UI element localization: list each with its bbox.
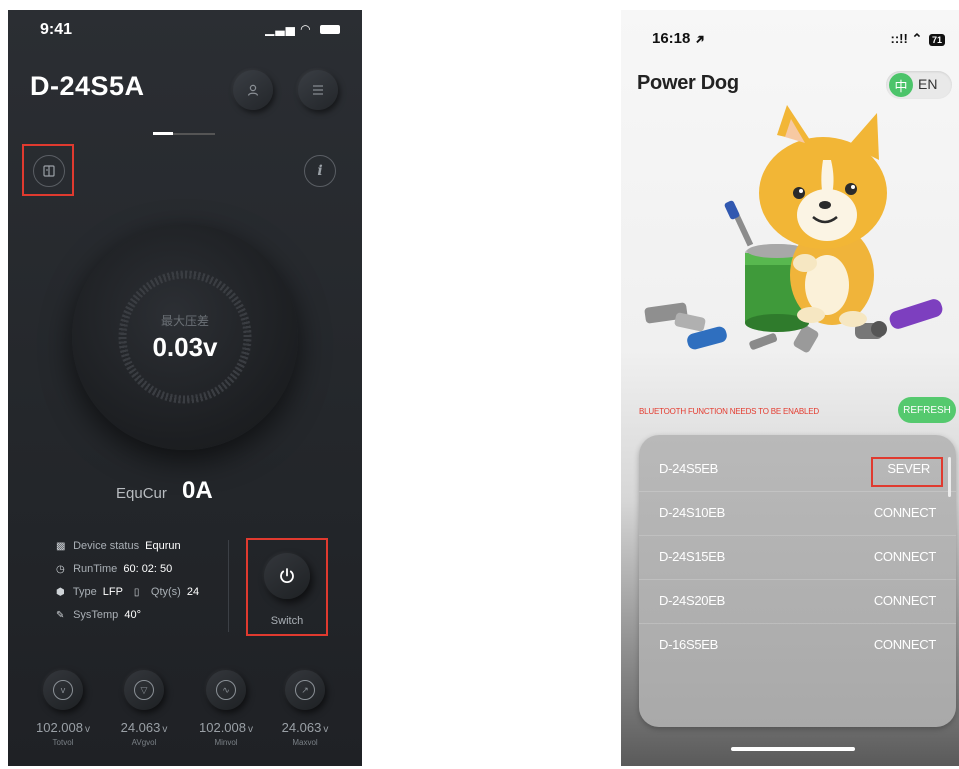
runtime-value: 60: 02: 50: [123, 563, 173, 575]
sever-highlight: [871, 457, 943, 487]
avgvol-number: 24.063: [120, 720, 161, 735]
systemp-label: SysTemp: [73, 609, 119, 621]
lang-zh-option[interactable]: 中: [889, 73, 913, 97]
v-circle-icon: v: [53, 680, 73, 700]
wifi-icon: ⌃: [911, 31, 923, 46]
minvol-number: 102.008: [199, 720, 246, 735]
profile-button[interactable]: [233, 70, 273, 110]
device-name: D-24S5EB: [659, 461, 719, 476]
menu-button[interactable]: [298, 70, 338, 110]
battery-icon: [320, 25, 340, 35]
device-name: D-24S15EB: [659, 549, 725, 564]
status-icons-right: ::!! ⌃ 71: [890, 31, 945, 47]
wifi-icon: ◠: [300, 22, 312, 36]
device-row[interactable]: D-24S15EB CONNECT: [639, 535, 956, 580]
lang-en-option[interactable]: EN: [918, 76, 937, 92]
minvol-value: 102.008 v: [186, 720, 266, 735]
systemp-value: 40°: [124, 609, 142, 621]
avgvol-unit: v: [162, 724, 168, 735]
equcur-value: 0A: [182, 477, 213, 504]
menu-icon: [313, 85, 323, 95]
runtime-label: RunTime: [73, 563, 118, 575]
device-status-label: Device status: [73, 540, 140, 552]
maxvol-label: Maxvol: [292, 738, 318, 747]
maxvol-button[interactable]: ↗: [285, 670, 325, 710]
connect-button[interactable]: CONNECT: [874, 505, 936, 520]
gauge-label: 最大压差: [160, 314, 209, 328]
systemp-row: ✎ SysTemp 40°: [56, 609, 141, 621]
status-time: 9:41: [40, 21, 73, 38]
location-arrow-icon: ➔: [691, 30, 709, 48]
device-row[interactable]: D-24S20EB CONNECT: [639, 579, 956, 624]
device-row[interactable]: D-16S5EB CONNECT: [639, 623, 956, 667]
device-name: D-24S10EB: [659, 505, 725, 520]
refresh-button[interactable]: REFRESH: [898, 397, 956, 423]
language-toggle[interactable]: 中 EN: [886, 71, 952, 99]
battery-cell-icon: ▯: [133, 587, 140, 598]
triangle-down-icon: ▽: [134, 680, 154, 700]
device-list-panel: D-24S5EB SEVER D-24S10EB CONNECT D-24S15…: [639, 435, 956, 727]
avgvol-label: AVgvol: [131, 738, 157, 747]
home-indicator[interactable]: [731, 747, 855, 751]
device-title: D-24S5A: [30, 71, 145, 101]
info-button[interactable]: i: [304, 155, 336, 187]
totvol-unit: v: [85, 724, 90, 735]
clock-icon: ◷: [56, 564, 65, 575]
signal-icon: ::!!: [890, 31, 908, 46]
status-icons: ▁▃▅ ◠: [265, 22, 340, 36]
status-time-text: 16:18: [652, 30, 691, 47]
maxvol-unit: v: [323, 724, 329, 735]
device-name: D-16S5EB: [659, 637, 719, 652]
switch-label: Switch: [270, 615, 304, 627]
totvol-button[interactable]: v: [43, 670, 83, 710]
minvol-label: Minvol: [214, 738, 238, 747]
connect-button[interactable]: CONNECT: [874, 637, 936, 652]
totvol-label: Totvol: [52, 738, 74, 747]
runtime-row: ◷ RunTime 60: 02: 50: [56, 563, 172, 575]
device-row[interactable]: D-24S10EB CONNECT: [639, 491, 956, 536]
book-icon: [43, 165, 55, 177]
device-status-row: ▩ Device status Equrun: [56, 540, 181, 552]
book-button[interactable]: [33, 155, 65, 187]
mascot-dog-illustration: [644, 105, 943, 353]
totvol-number: 102.008: [36, 720, 83, 735]
avgvol-button[interactable]: ▽: [124, 670, 164, 710]
brand-title: Power Dog: [637, 72, 739, 94]
right-app-screen: 16:18 ➔ ::!! ⌃ 71 Power Dog 中 EN BLUETOO…: [621, 10, 959, 766]
maxvol-number: 24.063: [281, 720, 322, 735]
device-status-value: Equrun: [145, 540, 181, 552]
info-icon: i: [317, 163, 323, 179]
status-time-right: 16:18 ➔: [652, 30, 709, 48]
qty-value: 24: [186, 586, 200, 598]
avgvol-value: 24.063 v: [104, 720, 184, 735]
type-label: Type: [72, 586, 97, 598]
divider: [228, 540, 229, 632]
power-switch-button[interactable]: [264, 553, 310, 599]
gauge-value: 0.03v: [152, 332, 218, 362]
battery-level: 71: [928, 34, 945, 46]
cube-icon: ⬢: [56, 587, 65, 598]
left-app-screen: 9:41 ▁▃▅ ◠ D-24S5A i 最大压差 0.03v EquCur 0…: [8, 10, 362, 766]
device-name: D-24S20EB: [659, 593, 725, 608]
qty-label: Qty(s): [150, 586, 181, 598]
maxvol-value: 24.063 v: [265, 720, 345, 735]
minvol-unit: v: [248, 724, 253, 735]
power-icon: [280, 568, 294, 583]
page-indicator-active: [153, 132, 173, 135]
minvol-button[interactable]: ∿: [206, 670, 246, 710]
type-value: LFP: [102, 586, 123, 598]
type-row: ⬢ Type LFP ▯ Qty(s) 24: [56, 586, 199, 598]
equcur-label: EquCur: [116, 485, 167, 502]
connect-button[interactable]: CONNECT: [874, 549, 936, 564]
router-icon: ▩: [56, 541, 66, 552]
connect-button[interactable]: CONNECT: [874, 593, 936, 608]
wave-icon: ∿: [216, 680, 236, 700]
person-icon: [247, 84, 259, 96]
thermometer-icon: ✎: [56, 610, 65, 621]
totvol-value: 102.008 v: [23, 720, 103, 735]
trend-up-icon: ↗: [295, 680, 315, 700]
device-list-scrollbar[interactable]: [948, 457, 951, 497]
signal-icon: ▁▃▅: [265, 22, 296, 36]
bluetooth-warning: BLUETOOTH FUNCTION NEEDS TO BE ENABLED: [639, 407, 819, 416]
